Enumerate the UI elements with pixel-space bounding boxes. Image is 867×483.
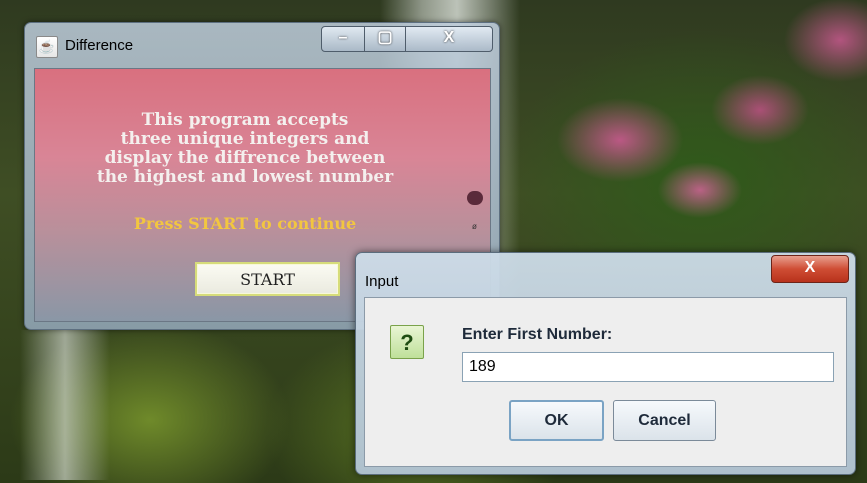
close-icon: X xyxy=(443,29,455,46)
prompt-label: Enter First Number: xyxy=(462,326,613,343)
message-line: display the diffrence between xyxy=(104,148,386,168)
intro-message: This program accepts three unique intege… xyxy=(35,111,455,187)
dialog-body: ? Enter First Number: OK Cancel xyxy=(364,297,847,467)
decorative-badge-icon xyxy=(467,191,483,205)
ok-button[interactable]: OK xyxy=(509,400,604,441)
minimize-icon: – xyxy=(338,29,348,46)
input-dialog: Input X ? Enter First Number: OK Cancel xyxy=(355,252,856,475)
number-input[interactable] xyxy=(462,352,834,382)
cancel-button[interactable]: Cancel xyxy=(613,400,716,441)
dialog-close-button[interactable]: X xyxy=(771,255,849,283)
message-line: This program accepts xyxy=(141,110,349,130)
java-cup-icon: ☕ xyxy=(36,36,58,58)
close-icon: X xyxy=(804,259,816,276)
continue-prompt: Press START to continue xyxy=(133,214,357,233)
message-line: the highest and lowest number xyxy=(96,167,394,187)
message-line: three unique integers and xyxy=(120,129,370,149)
maximize-icon: ▢ xyxy=(377,29,393,46)
difference-titlebar[interactable]: ☕ Difference – ▢ X xyxy=(25,23,499,65)
window-title: Difference xyxy=(65,37,134,54)
small-badge-text: ø xyxy=(472,222,477,231)
minimize-button[interactable]: – xyxy=(321,26,365,52)
question-icon: ? xyxy=(390,325,424,359)
maximize-button[interactable]: ▢ xyxy=(364,26,406,52)
close-button[interactable]: X xyxy=(405,26,493,52)
dialog-title: Input xyxy=(365,273,399,290)
start-button[interactable]: START xyxy=(195,262,340,296)
background-waterfall-lower xyxy=(20,330,110,480)
